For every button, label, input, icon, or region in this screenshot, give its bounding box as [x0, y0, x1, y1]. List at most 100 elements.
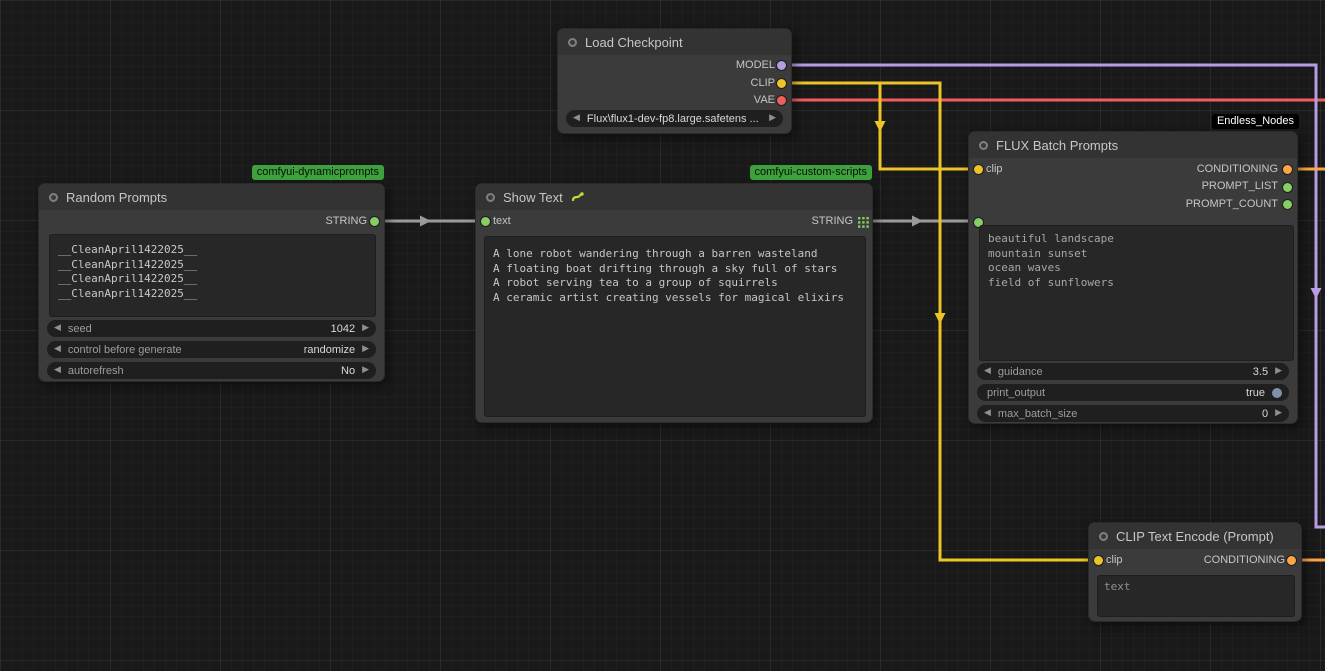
node-title-label: Random Prompts	[66, 190, 167, 205]
input-slot-text[interactable]	[480, 216, 491, 227]
next-arrow-icon[interactable]: ▶	[769, 114, 776, 123]
widget-label: control before generate	[68, 344, 182, 356]
node-random-prompts[interactable]: comfyui-dynamicprompts Random Prompts ST…	[38, 183, 385, 382]
print-output-toggle-widget[interactable]: print_output true	[977, 384, 1289, 401]
decrement-arrow-icon[interactable]: ◀	[984, 367, 991, 376]
output-slot-label: STRING	[325, 213, 367, 230]
text-line: __CleanApril1422025__	[58, 287, 367, 302]
batch-prompts-text-area[interactable]: beautiful landscape mountain sunset ocea…	[979, 225, 1294, 361]
input-slot-clip[interactable]	[973, 164, 984, 175]
toggle-dot-icon[interactable]	[1272, 388, 1282, 398]
output-slot-prompt-count[interactable]	[1282, 199, 1293, 210]
node-title-label: FLUX Batch Prompts	[996, 138, 1118, 153]
widget-value: No	[341, 365, 355, 377]
text-line: A robot serving tea to a group of squirr…	[493, 276, 857, 291]
node-title: Random Prompts	[39, 184, 384, 210]
node-title: Show Text	[476, 184, 872, 210]
increment-arrow-icon[interactable]: ▶	[1275, 367, 1282, 376]
text-line: __CleanApril1422025__	[58, 243, 367, 258]
link-arrow-icon	[912, 216, 923, 227]
decrement-arrow-icon[interactable]: ◀	[984, 409, 991, 418]
guidance-widget[interactable]: ◀ guidance 3.5 ▶	[977, 363, 1289, 380]
max-batch-size-widget[interactable]: ◀ max_batch_size 0 ▶	[977, 405, 1289, 422]
increment-arrow-icon[interactable]: ▶	[362, 366, 369, 375]
node-source-badge: Endless_Nodes	[1212, 114, 1299, 129]
widget-value: 1042	[331, 323, 355, 335]
widget-value: randomize	[304, 344, 355, 356]
multi-output-grid-icon[interactable]	[858, 217, 869, 228]
output-slot-label: CONDITIONING	[1197, 161, 1278, 178]
link-arrow-icon	[420, 216, 431, 227]
node-canvas[interactable]: Load Checkpoint MODEL CLIP VAE ◀ Flux\fl…	[0, 0, 1325, 671]
collapse-dot-icon[interactable]	[568, 38, 577, 47]
node-title: FLUX Batch Prompts	[969, 132, 1297, 158]
decrement-arrow-icon[interactable]: ◀	[54, 366, 61, 375]
input-slot-label: clip	[1106, 552, 1123, 569]
node-clip-text-encode[interactable]: CLIP Text Encode (Prompt) clip CONDITION…	[1088, 522, 1302, 622]
node-title: CLIP Text Encode (Prompt)	[1089, 523, 1301, 549]
output-slot-label: PROMPT_COUNT	[1186, 196, 1278, 213]
widget-value: true	[1246, 387, 1265, 399]
node-title-label: Show Text	[503, 190, 563, 205]
ckpt-name-widget[interactable]: ◀ Flux\flux1-dev-fp8.large.safetens ... …	[566, 110, 783, 127]
prompt-text-area[interactable]: __CleanApril1422025__ __CleanApril142202…	[49, 234, 376, 317]
text-line: __CleanApril1422025__	[58, 272, 367, 287]
node-source-badge: comfyui-custom-scripts	[750, 165, 872, 180]
widget-label: autorefresh	[68, 365, 124, 377]
output-slot-prompt-list[interactable]	[1282, 182, 1293, 193]
control-before-generate-widget[interactable]: ◀ control before generate randomize ▶	[47, 341, 376, 358]
output-slot-label: VAE	[754, 92, 775, 109]
node-title-label: Load Checkpoint	[585, 35, 683, 50]
output-slot-vae[interactable]	[776, 95, 787, 106]
widget-value: 0	[1262, 408, 1268, 420]
link-clip-branch-flux	[880, 83, 975, 169]
prev-arrow-icon[interactable]: ◀	[573, 114, 580, 123]
link-arrow-icon	[875, 121, 886, 132]
output-slot-conditioning[interactable]	[1286, 555, 1297, 566]
collapse-dot-icon[interactable]	[49, 193, 58, 202]
input-slot-label: text	[493, 213, 511, 230]
output-slot-conditioning[interactable]	[1282, 164, 1293, 175]
seed-widget[interactable]: ◀ seed 1042 ▶	[47, 320, 376, 337]
input-slot-clip[interactable]	[1093, 555, 1104, 566]
widget-label: seed	[68, 323, 92, 335]
output-slot-clip[interactable]	[776, 78, 787, 89]
increment-arrow-icon[interactable]: ▶	[362, 324, 369, 333]
collapse-dot-icon[interactable]	[486, 193, 495, 202]
text-line: A ceramic artist creating vessels for ma…	[493, 291, 857, 306]
shown-text-area[interactable]: A lone robot wandering through a barren …	[484, 236, 866, 417]
increment-arrow-icon[interactable]: ▶	[362, 345, 369, 354]
output-slot-label: CLIP	[751, 75, 775, 92]
node-flux-batch-prompts[interactable]: Endless_Nodes FLUX Batch Prompts clip CO…	[968, 131, 1298, 424]
node-title-label: CLIP Text Encode (Prompt)	[1116, 529, 1274, 544]
node-source-badge: comfyui-dynamicprompts	[252, 165, 384, 180]
widget-label: max_batch_size	[998, 408, 1078, 420]
text-line: __CleanApril1422025__	[58, 258, 367, 273]
output-slot-label: PROMPT_LIST	[1202, 178, 1278, 195]
text-line: text	[1104, 580, 1288, 595]
output-slot-model[interactable]	[776, 60, 787, 71]
text-line: mountain sunset	[988, 247, 1285, 262]
increment-arrow-icon[interactable]: ▶	[1275, 409, 1282, 418]
autorefresh-widget[interactable]: ◀ autorefresh No ▶	[47, 362, 376, 379]
node-load-checkpoint[interactable]: Load Checkpoint MODEL CLIP VAE ◀ Flux\fl…	[557, 28, 792, 134]
output-slot-label: STRING	[811, 213, 853, 230]
node-show-text[interactable]: comfyui-custom-scripts Show Text text ST…	[475, 183, 873, 423]
widget-label: print_output	[987, 387, 1045, 399]
text-line: A floating boat drifting through a sky f…	[493, 262, 857, 277]
decrement-arrow-icon[interactable]: ◀	[54, 345, 61, 354]
decrement-arrow-icon[interactable]: ◀	[54, 324, 61, 333]
collapse-dot-icon[interactable]	[979, 141, 988, 150]
text-line: A lone robot wandering through a barren …	[493, 247, 857, 262]
input-slot-label: clip	[986, 161, 1003, 178]
link-arrow-icon	[935, 313, 946, 324]
prompt-text-area[interactable]: text	[1097, 575, 1295, 617]
widget-value: 3.5	[1253, 366, 1268, 378]
widget-label: guidance	[998, 366, 1043, 378]
node-title: Load Checkpoint	[558, 29, 791, 55]
output-slot-string[interactable]	[369, 216, 380, 227]
link-arrow-icon	[1311, 288, 1322, 299]
output-slot-label: MODEL	[736, 57, 775, 74]
text-line: ocean waves	[988, 261, 1285, 276]
collapse-dot-icon[interactable]	[1099, 532, 1108, 541]
